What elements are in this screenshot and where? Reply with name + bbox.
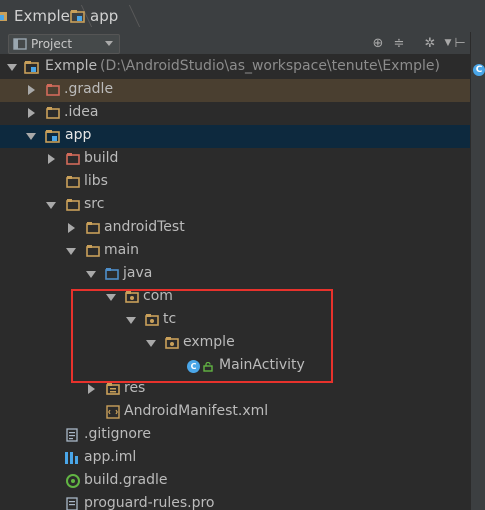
collapse-arrow-icon[interactable] xyxy=(28,85,35,95)
tree-node-gitignore[interactable]: .gitignore xyxy=(0,424,470,447)
folder-icon xyxy=(66,199,80,211)
breadcrumb-separator xyxy=(119,5,141,27)
project-tree: Exmple (D:\AndroidStudio\as_workspace\te… xyxy=(0,56,470,510)
navigation-breadcrumb: Exmple app xyxy=(0,0,485,33)
node-label: build xyxy=(84,150,119,166)
gear-icon[interactable]: ✲ xyxy=(422,35,438,51)
folder-excluded-icon xyxy=(46,84,60,96)
module-folder-icon xyxy=(70,10,85,23)
text-file-icon xyxy=(66,497,78,510)
project-toolwindow-header: Project ⊕ ≑ ✲ ▼ ⊢ xyxy=(0,32,470,55)
node-label: .idea xyxy=(64,104,99,120)
tree-node-androidtest[interactable]: androidTest xyxy=(0,217,470,240)
expand-arrow-icon[interactable] xyxy=(86,271,96,278)
source-folder-icon xyxy=(105,268,119,280)
tree-node-proguard[interactable]: proguard-rules.pro xyxy=(0,493,470,510)
node-label: .gradle xyxy=(64,81,114,97)
project-folder-icon xyxy=(0,12,7,21)
expand-arrow-icon[interactable] xyxy=(26,133,36,140)
tree-node-gradle[interactable]: .gradle xyxy=(0,79,470,102)
node-label: AndroidManifest.xml xyxy=(124,403,269,419)
expand-arrow-icon[interactable] xyxy=(46,202,56,209)
folder-icon xyxy=(66,176,80,188)
root-path: (D:\AndroidStudio\as_workspace\tenute\Ex… xyxy=(100,58,440,74)
folder-icon xyxy=(86,222,100,234)
class-tab-icon[interactable]: C xyxy=(473,64,485,76)
node-label: app.iml xyxy=(84,449,137,465)
node-label: app xyxy=(65,127,92,143)
module-folder-icon xyxy=(45,130,60,143)
node-label: java xyxy=(123,265,153,281)
project-view-icon xyxy=(13,38,27,50)
tree-node-app-iml[interactable]: app.iml xyxy=(0,447,470,470)
view-selector-label: Project xyxy=(31,37,73,51)
node-label: src xyxy=(84,196,105,212)
node-label: libs xyxy=(84,173,108,189)
expand-arrow-icon[interactable] xyxy=(66,248,76,255)
tree-node-build-gradle[interactable]: build.gradle xyxy=(0,470,470,493)
project-folder-icon xyxy=(24,61,39,74)
tree-node-app[interactable]: app xyxy=(0,125,470,148)
expand-arrow-icon[interactable] xyxy=(7,64,17,71)
chevron-down-icon xyxy=(105,41,113,46)
annotation-highlight-box xyxy=(71,289,333,383)
tree-node-src[interactable]: src xyxy=(0,194,470,217)
folder-icon xyxy=(86,245,100,257)
root-name: Exmple xyxy=(45,58,98,74)
editor-tab-strip: C xyxy=(470,32,485,510)
breadcrumb-project-label: Exmple xyxy=(14,7,70,25)
tree-node-libs[interactable]: libs xyxy=(0,171,470,194)
iml-file-icon xyxy=(65,452,78,464)
gradle-icon xyxy=(66,474,80,488)
node-label: .gitignore xyxy=(84,426,151,442)
tree-node-manifest[interactable]: AndroidManifest.xml xyxy=(0,401,470,424)
collapse-arrow-icon[interactable] xyxy=(68,223,75,233)
node-label: proguard-rules.pro xyxy=(84,495,215,510)
collapse-all-icon[interactable]: ≑ xyxy=(391,35,407,51)
resource-folder-icon xyxy=(106,383,120,395)
node-label: androidTest xyxy=(104,219,185,235)
tree-node-idea[interactable]: .idea xyxy=(0,102,470,125)
folder-excluded-icon xyxy=(66,153,80,165)
breadcrumb-item-module[interactable]: app xyxy=(70,5,141,27)
collapse-arrow-icon[interactable] xyxy=(88,384,95,394)
tree-node-root[interactable]: Exmple (D:\AndroidStudio\as_workspace\te… xyxy=(0,56,470,79)
tree-node-java[interactable]: java xyxy=(0,263,470,286)
collapse-arrow-icon[interactable] xyxy=(48,154,55,164)
node-label: main xyxy=(104,242,139,258)
breadcrumb-module-label: app xyxy=(90,7,119,25)
xml-file-icon xyxy=(106,405,120,419)
tree-node-build[interactable]: build xyxy=(0,148,470,171)
scroll-from-source-icon[interactable]: ⊕ xyxy=(370,35,386,51)
view-selector-dropdown[interactable]: Project xyxy=(8,34,120,54)
node-label: build.gradle xyxy=(84,472,168,488)
collapse-arrow-icon[interactable] xyxy=(28,108,35,118)
text-file-icon xyxy=(66,428,78,442)
hide-panel-icon[interactable]: ⊢ xyxy=(452,35,468,51)
folder-icon xyxy=(46,107,60,119)
tree-node-main[interactable]: main xyxy=(0,240,470,263)
